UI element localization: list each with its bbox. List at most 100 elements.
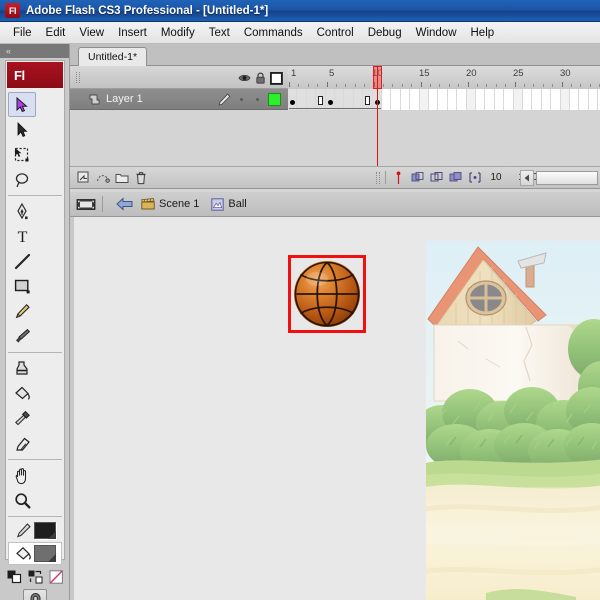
timeline-frame-33[interactable] (588, 89, 599, 110)
timeline-frame-3[interactable] (306, 89, 317, 110)
hand-tool[interactable] (8, 463, 36, 488)
breadcrumb-ball[interactable]: Ball (205, 196, 252, 213)
timeline-grip-right[interactable] (376, 171, 380, 184)
timeline-horizontal-scrollbar[interactable] (536, 171, 598, 185)
timeline-frame-32[interactable] (579, 89, 589, 110)
timeline-frame-25[interactable] (513, 89, 523, 110)
eraser-tool[interactable] (8, 431, 36, 456)
scroll-left-arrow[interactable] (520, 170, 534, 186)
subselection-tool[interactable] (8, 117, 36, 142)
menu-item-file[interactable]: File (6, 25, 39, 41)
no-color-option[interactable] (48, 569, 64, 584)
timeline-frame-8[interactable] (353, 89, 364, 110)
text-tool[interactable]: T (8, 224, 36, 249)
timeline-frame-7[interactable] (344, 89, 354, 110)
menu-item-edit[interactable]: Edit (39, 25, 73, 41)
timeline-frame-23[interactable] (494, 89, 505, 110)
timeline-frame-18[interactable] (447, 89, 458, 110)
timeline-ruler[interactable]: 1 5 10 15 20 25 30 35 (288, 66, 600, 89)
frame-end-marker-9[interactable] (365, 96, 371, 105)
center-frame-button[interactable] (389, 170, 408, 186)
timeline-frame-19[interactable] (457, 89, 467, 110)
paint-bucket-tool-top[interactable] (8, 381, 36, 406)
modify-onion-markers-button[interactable] (465, 170, 484, 186)
timeline-frame-11[interactable] (382, 89, 392, 110)
pen-tool[interactable] (8, 199, 36, 224)
selected-symbol-wrapper[interactable] (288, 255, 366, 333)
layer-outline-color-swatch[interactable] (268, 93, 281, 106)
timeline-frame-16[interactable] (429, 89, 439, 110)
add-motion-guide-button[interactable] (93, 170, 112, 186)
edit-multiple-frames-button[interactable] (446, 170, 465, 186)
timeline-frame-14[interactable] (410, 89, 420, 110)
fill-color-dropdown-arrow[interactable] (48, 554, 56, 562)
timeline-frame-29[interactable] (551, 89, 561, 110)
menu-item-window[interactable]: Window (409, 25, 464, 41)
timeline-frame-17[interactable] (438, 89, 448, 110)
menu-item-text[interactable]: Text (202, 25, 237, 41)
timeline-frame-6[interactable] (335, 89, 345, 110)
delete-layer-button[interactable] (131, 170, 150, 186)
timeline-frame-12[interactable] (391, 89, 401, 110)
new-folder-button[interactable] (112, 170, 131, 186)
timeline-frame-27[interactable] (532, 89, 542, 110)
swap-colors-option[interactable] (27, 569, 43, 584)
timeline-frame-26[interactable] (523, 89, 533, 110)
menu-item-modify[interactable]: Modify (154, 25, 202, 41)
menu-item-commands[interactable]: Commands (237, 25, 310, 41)
timeline-frame-30[interactable] (560, 89, 570, 110)
timeline-frame-28[interactable] (541, 89, 552, 110)
timeline-frame-20[interactable] (466, 89, 476, 110)
stroke-color-dropdown-arrow[interactable] (47, 531, 56, 539)
basketball-symbol[interactable] (294, 261, 360, 327)
timeline-frame-15[interactable] (419, 89, 429, 110)
timeline-frame-13[interactable] (400, 89, 411, 110)
brush-tool[interactable] (8, 324, 36, 349)
rectangle-tool[interactable] (8, 274, 36, 299)
stage-background-art[interactable] (426, 241, 600, 600)
timeline-frame-strip[interactable] (288, 89, 600, 110)
document-tab-untitled-1[interactable]: Untitled-1* (78, 47, 148, 67)
edit-multiple-frames-icon (449, 172, 461, 182)
ink-bottle-tool[interactable] (8, 356, 36, 381)
lock-icon[interactable] (252, 71, 268, 85)
menu-item-view[interactable]: View (72, 25, 111, 41)
keyframe-marker-5[interactable] (327, 100, 333, 105)
menu-item-help[interactable]: Help (464, 25, 502, 41)
onion-skin-outlines-button[interactable] (427, 170, 446, 186)
layer-visibility-toggle[interactable] (240, 98, 243, 101)
keyframe-marker-1[interactable] (290, 100, 295, 105)
eye-icon[interactable] (236, 71, 252, 85)
menu-item-debug[interactable]: Debug (361, 25, 409, 41)
black-and-white-option[interactable] (6, 569, 22, 584)
stage-canvas[interactable] (70, 217, 600, 600)
fill-color-swatch[interactable] (34, 545, 56, 562)
breadcrumb-scene-1[interactable]: Scene 1 (135, 196, 205, 212)
selection-tool[interactable] (8, 92, 36, 117)
back-arrow-icon[interactable] (113, 195, 135, 213)
menu-item-control[interactable]: Control (310, 25, 361, 41)
eyedropper-tool[interactable] (8, 406, 36, 431)
snap-to-objects-option[interactable] (23, 589, 47, 600)
new-layer-button[interactable] (74, 170, 93, 186)
timeline-grip[interactable] (76, 72, 80, 83)
layer-name-label[interactable]: Layer 1 (106, 93, 143, 105)
lasso-tool[interactable] (8, 167, 36, 192)
pencil-tool[interactable] (8, 299, 36, 324)
stroke-color-swatch[interactable] (33, 522, 56, 539)
timeline-frame-22[interactable] (485, 89, 495, 110)
frame-end-marker-4[interactable] (318, 96, 324, 105)
layer-lock-toggle[interactable] (256, 98, 259, 101)
free-transform-tool[interactable] (8, 142, 36, 167)
timeline-frame-21[interactable] (476, 89, 486, 110)
timeline-frame-24[interactable] (504, 89, 514, 110)
line-tool[interactable] (8, 249, 36, 274)
zoom-tool[interactable] (8, 488, 36, 513)
collapse-panel-button[interactable]: « (0, 44, 69, 58)
menu-item-insert[interactable]: Insert (111, 25, 154, 41)
onion-skin-button[interactable] (408, 170, 427, 186)
edit-bar-icon[interactable] (75, 195, 97, 213)
timeline-frame-31[interactable] (570, 89, 580, 110)
timeline-frame-2[interactable] (297, 89, 307, 110)
outline-square-icon[interactable] (268, 71, 284, 85)
